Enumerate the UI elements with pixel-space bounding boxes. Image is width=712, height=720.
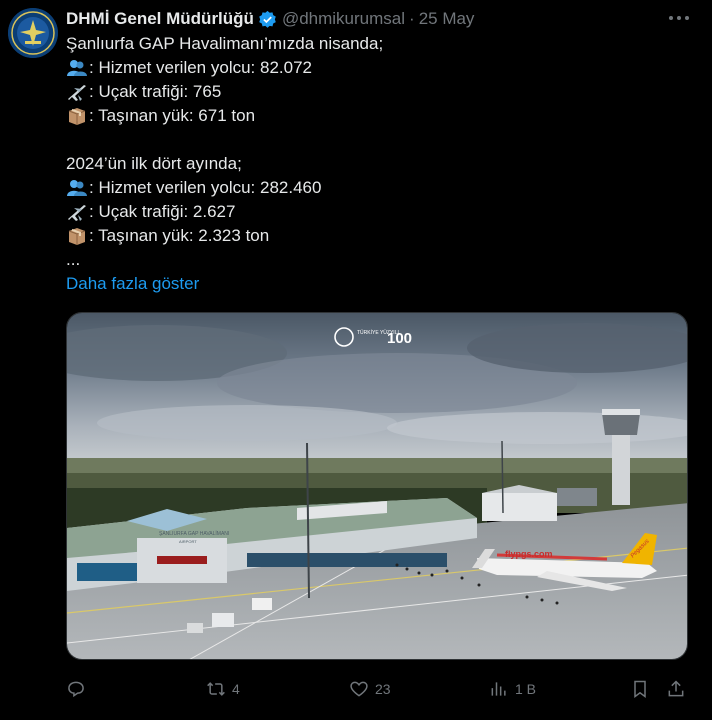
author-handle[interactable]: @dhmikurumsal xyxy=(282,9,405,29)
tweet-header: DHMİ Genel Müdürlüğü @dhmikurumsal · 25 … xyxy=(66,8,474,30)
tweet: DHMİ Genel Müdürlüğü @dhmikurumsal · 25 … xyxy=(0,0,712,720)
package-icon xyxy=(66,226,88,246)
airport-photo: TÜRKİYE YÜZYILI 100 ŞANLIURFA GAP HAVALİ… xyxy=(67,313,687,659)
heart-icon xyxy=(350,681,368,697)
tweet-actions: 4 23 1 B xyxy=(66,676,692,702)
verified-badge-icon xyxy=(258,10,277,29)
share-icon xyxy=(668,680,684,697)
text-line: : Uçak trafiği: 2.627 xyxy=(66,200,686,224)
separator-dot: · xyxy=(409,9,415,28)
text-line: : Taşınan yük: 671 ton xyxy=(66,104,686,128)
reply-icon xyxy=(68,681,84,698)
tweet-text: Şanlıurfa GAP Havalimanı’mızda nisanda; … xyxy=(66,32,686,272)
line-text: : Hizmet verilen yolcu: 282.460 xyxy=(89,178,322,197)
package-icon xyxy=(66,106,88,126)
more-options-icon[interactable] xyxy=(664,6,694,30)
line-text: : Taşınan yük: 671 ton xyxy=(89,106,256,125)
text-line: : Uçak trafiği: 765 xyxy=(66,80,686,104)
views-icon xyxy=(491,682,506,696)
line-text: : Hizmet verilen yolcu: 82.072 xyxy=(89,58,312,77)
bookmark-icon xyxy=(634,680,646,698)
aircraft-livery: flypgs.com xyxy=(505,549,553,559)
line-text: : Uçak trafiği: 765 xyxy=(89,82,222,101)
author-name[interactable]: DHMİ Genel Müdürlüğü xyxy=(66,9,254,29)
airplane-icon xyxy=(66,202,88,222)
text-line: Şanlıurfa GAP Havalimanı’mızda nisanda; xyxy=(66,32,686,56)
show-more-link[interactable]: Daha fazla göster xyxy=(66,272,199,296)
text-line xyxy=(66,128,686,152)
tweet-image[interactable]: TÜRKİYE YÜZYILI 100 ŞANLIURFA GAP HAVALİ… xyxy=(66,312,688,660)
share-button[interactable] xyxy=(666,676,686,702)
terminal-sign: ŞANLIURFA GAP HAVALİMANI xyxy=(159,530,229,537)
text-line: : Taşınan yük: 2.323 ton xyxy=(66,224,686,248)
people-icon xyxy=(66,178,88,198)
retweet-button[interactable]: 4 xyxy=(206,676,240,702)
text-line: ... xyxy=(66,248,686,272)
line-text: Şanlıurfa GAP Havalimanı’mızda nisanda; xyxy=(66,34,384,53)
like-button[interactable]: 23 xyxy=(349,676,391,702)
watermark-right-text: 100 xyxy=(387,330,412,347)
terminal-sign-sub: AIRPORT xyxy=(179,539,197,544)
dhmi-logo-icon xyxy=(8,8,58,58)
text-line: : Hizmet verilen yolcu: 82.072 xyxy=(66,56,686,80)
line-text: 2024’ün ilk dört ayında; xyxy=(66,154,242,173)
line-text: ... xyxy=(66,250,81,269)
text-line: 2024’ün ilk dört ayında; xyxy=(66,152,686,176)
bookmark-button[interactable] xyxy=(630,676,650,702)
retweet-icon xyxy=(207,682,225,696)
line-text: : Taşınan yük: 2.323 ton xyxy=(89,226,270,245)
line-text: : Uçak trafiği: 2.627 xyxy=(89,202,236,221)
airplane-icon xyxy=(66,82,88,102)
text-line: : Hizmet verilen yolcu: 282.460 xyxy=(66,176,686,200)
tweet-date[interactable]: 25 May xyxy=(419,9,475,29)
reply-button[interactable] xyxy=(66,676,92,702)
views-button[interactable]: 1 B xyxy=(489,676,536,702)
people-icon xyxy=(66,58,88,78)
avatar[interactable] xyxy=(8,8,58,58)
retweet-count: 4 xyxy=(232,681,240,697)
views-count: 1 B xyxy=(515,681,537,697)
like-count: 23 xyxy=(375,681,391,697)
